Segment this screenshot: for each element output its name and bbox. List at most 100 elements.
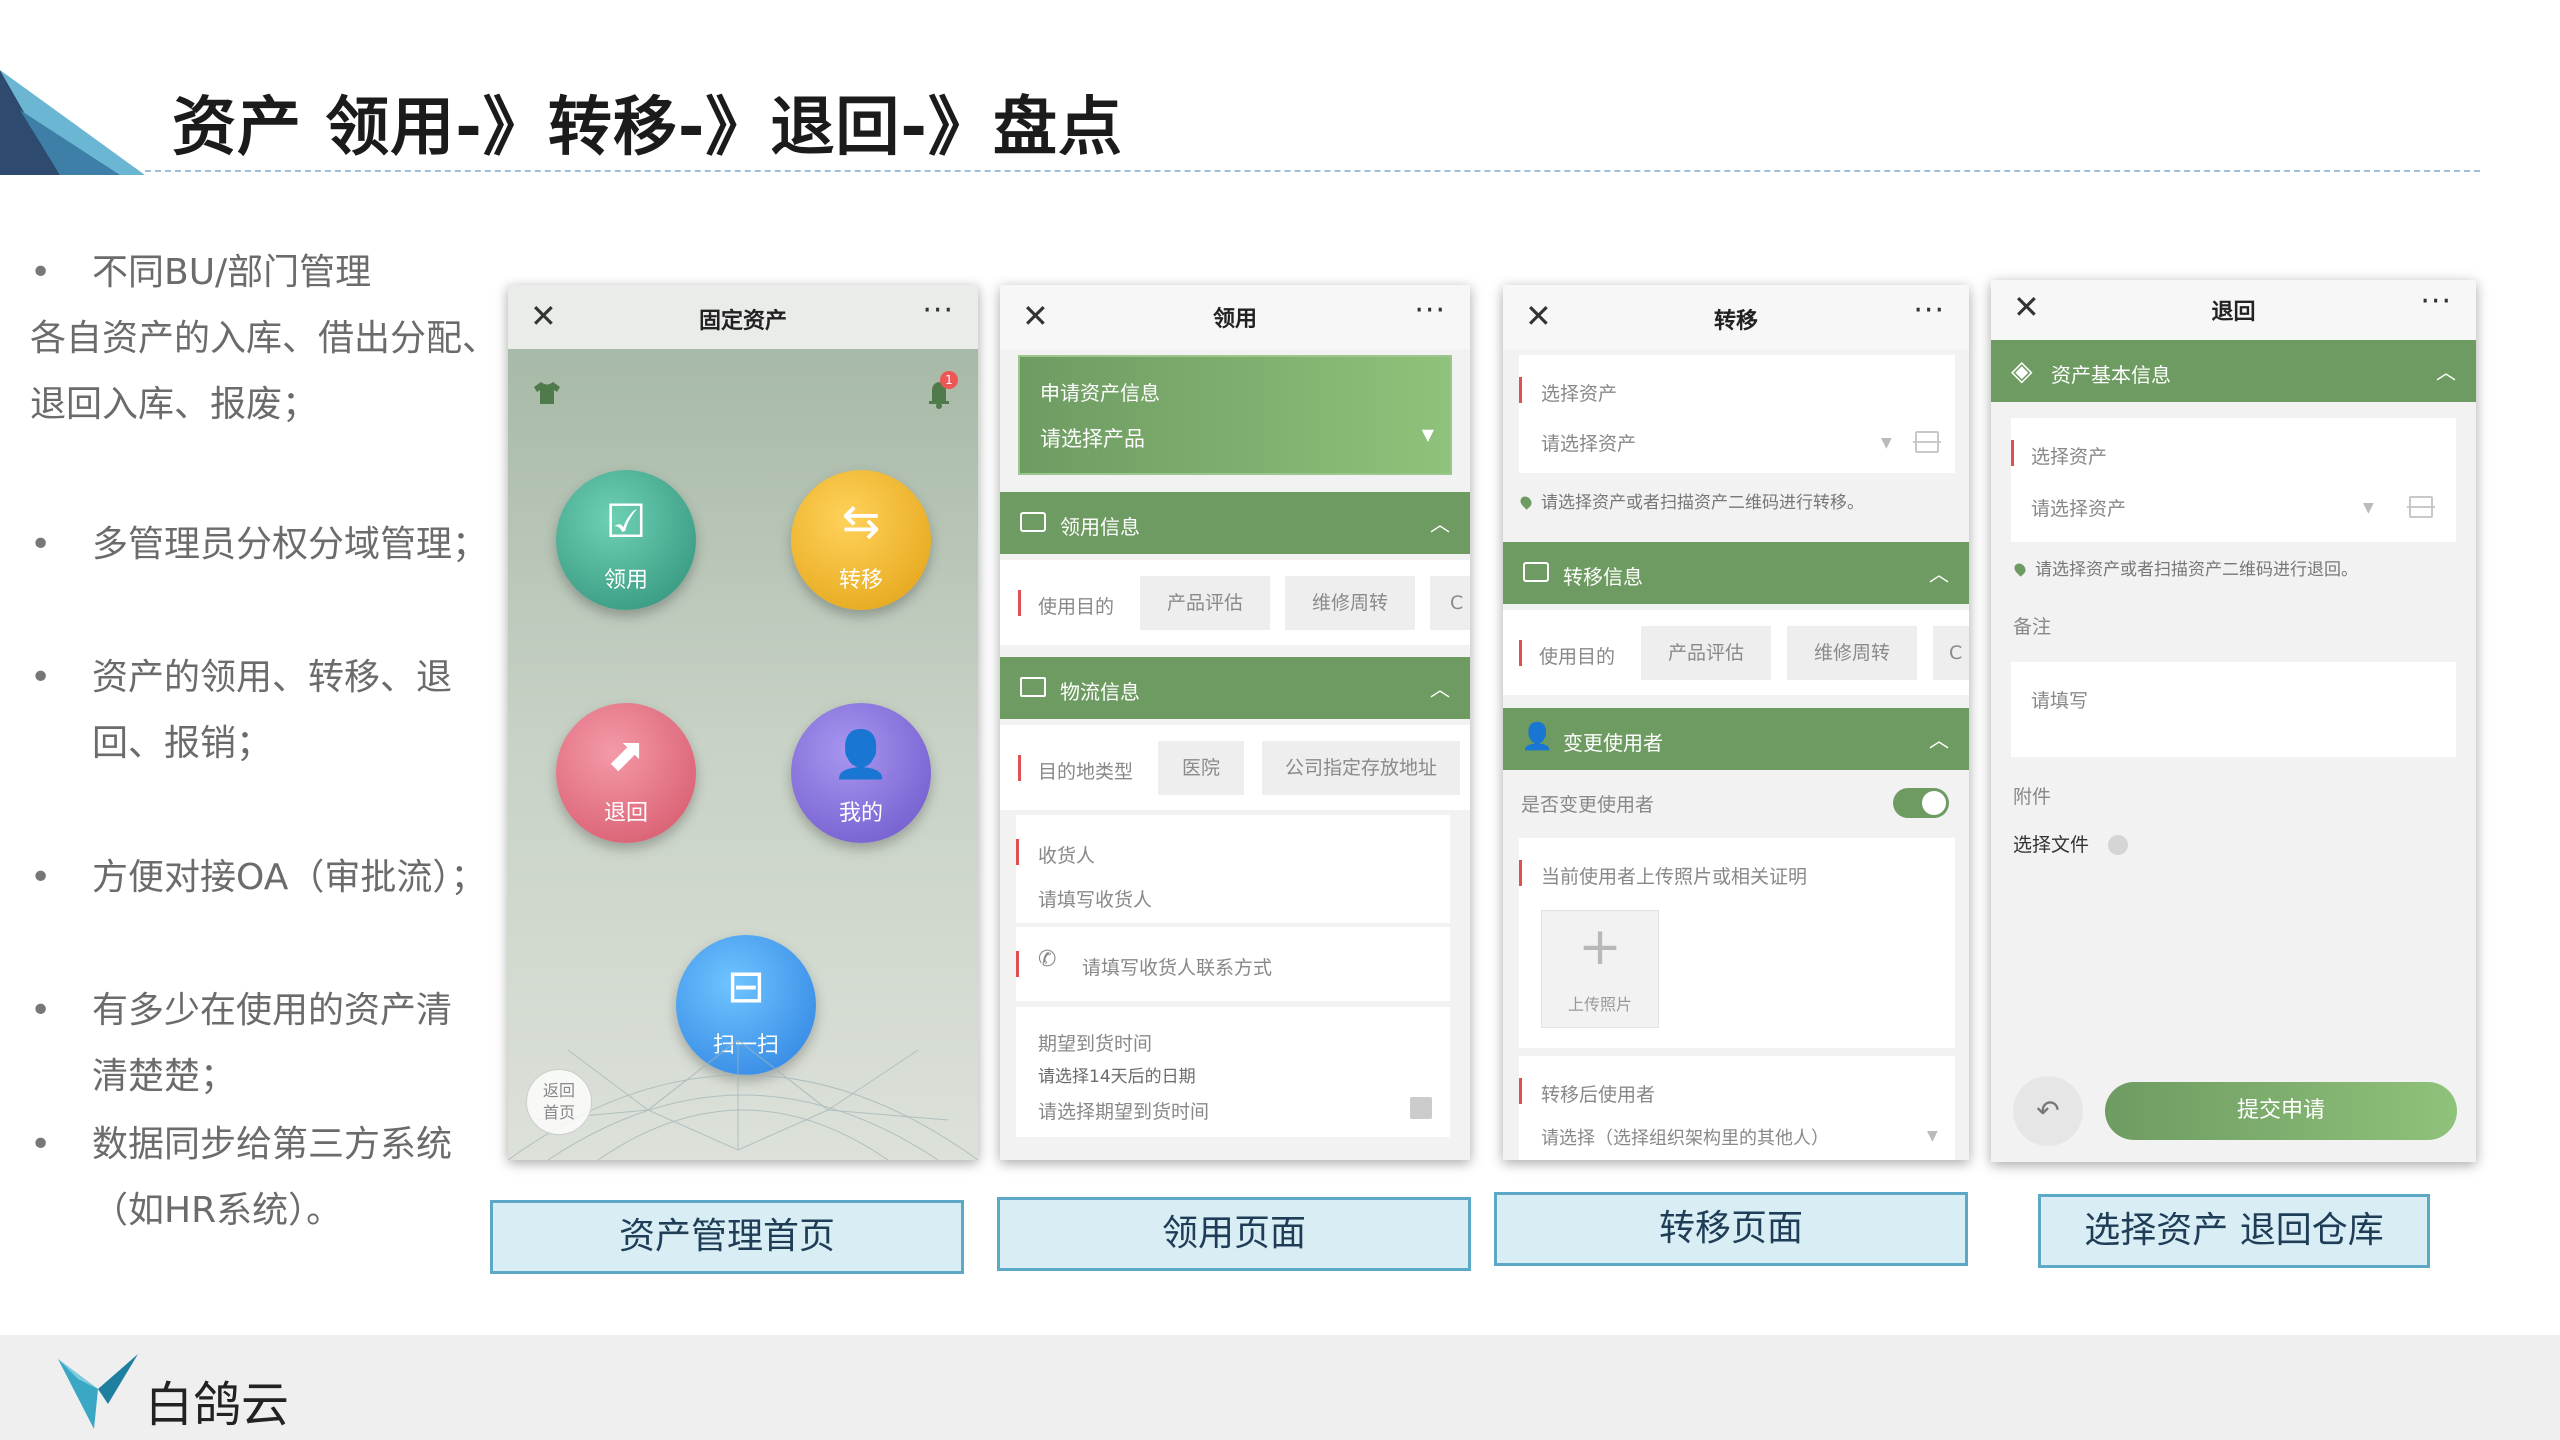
section-wuliu[interactable]: 物流信息 ︿	[1000, 657, 1470, 719]
remark-input[interactable]: 请填写	[2031, 686, 2088, 713]
chevron-up-icon: ︿	[1430, 677, 1450, 701]
scan-icon[interactable]	[1913, 431, 1941, 453]
tuihui-button[interactable]: ⬈ 退回	[556, 703, 696, 843]
more-icon[interactable]: ···	[922, 293, 954, 328]
section-label: 资产基本信息	[2051, 363, 2171, 387]
section-basic-info[interactable]: ◈ 资产基本信息 ︿	[1991, 340, 2476, 402]
upload-label: 当前使用者上传照片或相关证明	[1541, 866, 1808, 888]
back-button[interactable]: ↶	[2013, 1076, 2083, 1146]
wode-button[interactable]: 👤 我的	[791, 703, 931, 843]
truck-icon	[1020, 677, 1046, 697]
destination-chip[interactable]: 医院	[1158, 741, 1244, 795]
caption-zhuanyi: 转移页面	[1494, 1192, 1968, 1266]
bullet-line: 数据同步给第三方系统	[30, 1112, 500, 1178]
zhuanyi-button[interactable]: ⇆ 转移	[791, 470, 931, 610]
bullet-line: 各自资产的入库、借出分配、	[30, 318, 499, 359]
home-return-button[interactable]: 返回 首页	[526, 1069, 592, 1135]
pin-icon	[2012, 561, 2028, 577]
required-mark	[1519, 1078, 1522, 1104]
bullet-line: 不同BU/部门管理	[30, 240, 500, 306]
change-user-label: 是否变更使用者	[1521, 794, 1655, 816]
purpose-chip[interactable]: C	[1933, 626, 1969, 680]
scan-icon[interactable]	[2407, 496, 2435, 518]
attachment-label: 附件	[2013, 786, 2052, 808]
pin-icon	[1518, 494, 1534, 510]
select-asset-input[interactable]: 请选择资产	[1541, 429, 1636, 456]
more-icon[interactable]: ···	[1913, 293, 1945, 328]
chevron-up-icon: ︿	[1929, 728, 1949, 752]
brand-name: 白鸽云	[145, 1377, 290, 1433]
clipboard-check-icon: ☑	[605, 494, 647, 548]
purpose-chip[interactable]: 产品评估	[1641, 626, 1771, 680]
lingyong-button[interactable]: ☑ 领用	[556, 470, 696, 610]
purpose-chip[interactable]: 产品评估	[1140, 576, 1270, 630]
change-user-toggle[interactable]	[1893, 788, 1949, 818]
dove-logo-icon	[58, 1354, 138, 1429]
calendar-icon[interactable]	[1410, 1097, 1432, 1119]
purpose-row: 使用目的 产品评估 维修周转 C	[1503, 610, 1969, 695]
choose-file-button[interactable]: 选择文件	[2013, 830, 2128, 857]
purpose-label: 使用目的	[1038, 596, 1115, 618]
section-lingyong[interactable]: 领用信息 ︿	[1000, 492, 1470, 554]
required-mark	[2011, 440, 2014, 466]
upload-photo-button[interactable]: + 上传照片	[1541, 910, 1659, 1028]
date-input[interactable]: 请选择期望到货时间	[1038, 1097, 1209, 1124]
receiver-input[interactable]: 请填写收货人	[1038, 885, 1152, 912]
wode-label: 我的	[838, 801, 883, 826]
bullet-line: 有多少在使用的资产清	[30, 978, 500, 1044]
purpose-chip[interactable]: C	[1430, 576, 1470, 630]
select-asset-card: 选择资产 请选择资产 ▼	[1519, 355, 1955, 473]
phone-icon: ✆	[1038, 947, 1057, 972]
chat-icon	[1020, 512, 1046, 532]
select-asset-input[interactable]: 请选择资产	[2031, 494, 2126, 521]
help-icon	[2107, 835, 2128, 855]
phone-header: ✕ 退回 ···	[1991, 280, 2476, 340]
more-icon[interactable]: ···	[2420, 284, 2452, 319]
notification-badge: 1	[940, 371, 958, 389]
more-icon[interactable]: ···	[1414, 293, 1446, 328]
purpose-row: 使用目的 产品评估 维修周转 C	[1000, 560, 1470, 645]
section-zhuanyi[interactable]: 转移信息 ︿	[1503, 542, 1969, 604]
layers-icon: ◈	[2011, 354, 2033, 387]
shirt-icon[interactable]	[534, 381, 560, 405]
purpose-chip[interactable]: 维修周转	[1285, 576, 1415, 630]
phone-lingyong: ✕ 领用 ··· 申请资产信息 请选择产品 ▼ 领用信息 ︿ 使用目的 产品评估…	[1000, 285, 1470, 1160]
apply-select[interactable]: 请选择产品	[1040, 423, 1145, 453]
date-card: 期望到货时间 请选择14天后的日期 请选择期望到货时间	[1016, 1007, 1450, 1137]
purpose-chip[interactable]: 维修周转	[1787, 626, 1917, 680]
phone-title: 转移	[1713, 309, 1758, 334]
bullet-item: 方便对接OA（审批流）；	[30, 845, 500, 911]
required-mark	[1519, 640, 1522, 666]
user-icon: 👤	[1521, 722, 1554, 752]
hint-text: 请选择资产或者扫描资产二维码进行转移。	[1541, 493, 1864, 513]
phone-title: 退回	[2211, 300, 2256, 325]
tuihui-label: 退回	[603, 801, 648, 826]
new-user-select[interactable]: 请选择（选择组织架构里的其他人）	[1541, 1124, 1829, 1150]
phone-title: 固定资产	[698, 309, 787, 334]
back-arrow-icon: ↶	[2036, 1094, 2060, 1127]
new-user-label: 转移后使用者	[1541, 1084, 1656, 1106]
select-asset-card: 选择资产 请选择资产 ▼	[2011, 418, 2456, 542]
bullet-line: 清楚楚；	[92, 1056, 237, 1097]
bullet-item: 多管理员分权分域管理；	[30, 512, 500, 578]
lingyong-label: 领用	[603, 568, 648, 593]
remark-card: 请填写	[2011, 662, 2456, 757]
section-label: 转移信息	[1563, 565, 1643, 589]
submit-button[interactable]: 提交申请	[2105, 1082, 2457, 1140]
bullet-item: 数据同步给第三方系统 （如HR系统）。	[30, 1112, 500, 1244]
chevron-up-icon: ︿	[1430, 512, 1450, 536]
receiver-card: 收货人 请填写收货人	[1016, 815, 1450, 923]
slide-title: 资产 领用-》转移-》退回-》盘点	[172, 91, 1123, 165]
chevron-down-icon: ▼	[1881, 435, 1892, 451]
upload-card: 当前使用者上传照片或相关证明 + 上传照片	[1519, 838, 1955, 1048]
return-box-icon: ⬈	[606, 727, 646, 781]
apply-label: 申请资产信息	[1040, 381, 1160, 405]
apply-asset-panel[interactable]: 申请资产信息 请选择产品 ▼	[1018, 355, 1452, 475]
required-mark	[1016, 839, 1019, 865]
section-label: 领用信息	[1060, 515, 1140, 539]
upload-photo-label: 上传照片	[1567, 995, 1632, 1014]
section-change-user[interactable]: 👤 变更使用者 ︿	[1503, 708, 1969, 770]
receiver-phone-input[interactable]: 请填写收货人联系方式	[1082, 953, 1272, 980]
destination-chip[interactable]: 公司指定存放地址	[1262, 741, 1460, 795]
section-label: 物流信息	[1060, 680, 1140, 704]
